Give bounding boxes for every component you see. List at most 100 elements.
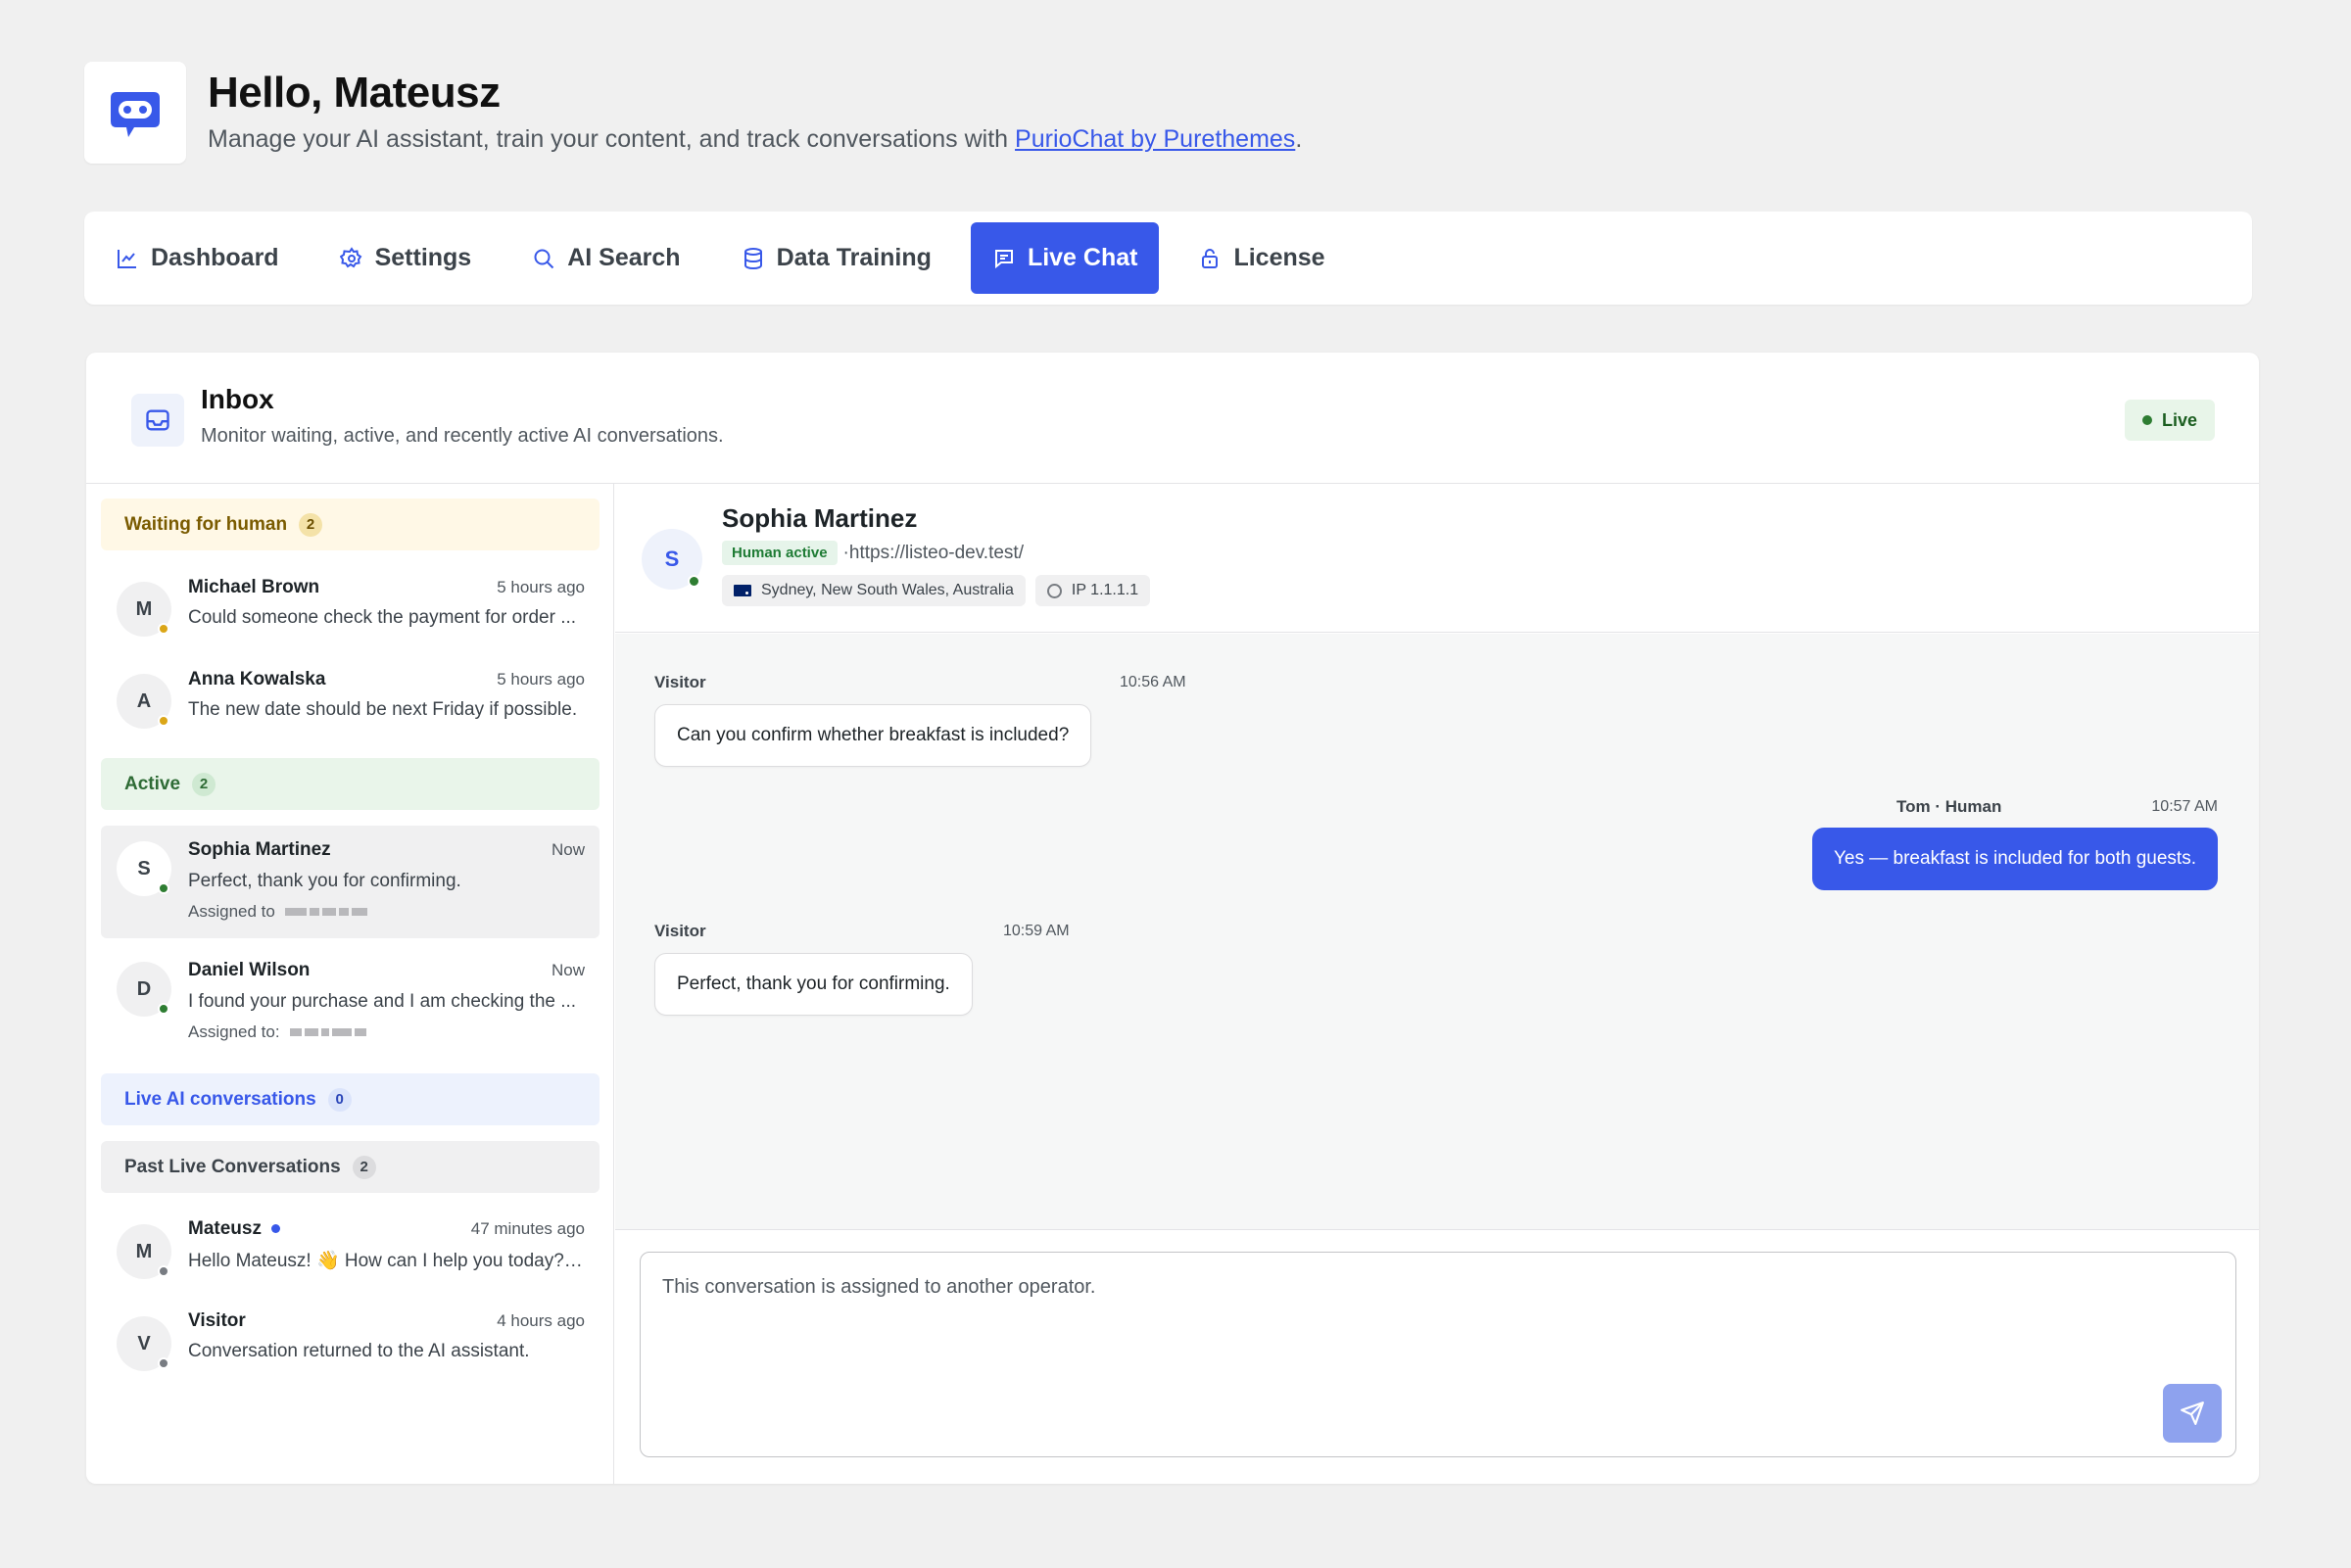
conversation-name: Daniel Wilson <box>188 960 311 980</box>
chat-contact-name: Sophia Martinez <box>722 503 918 533</box>
assigned-operator: Assigned to <box>188 902 367 922</box>
conversation-item[interactable]: M Michael Brown 5 hours ago Could someon… <box>101 566 600 651</box>
live-ai-count-badge: 0 <box>327 1087 352 1112</box>
conversation-time: 5 hours ago <box>497 578 585 596</box>
lock-icon <box>1202 248 1219 268</box>
page-subtitle: Manage your AI assistant, train your con… <box>208 125 1303 153</box>
conversation-item[interactable]: D Daniel Wilson Now I found your purchas… <box>101 946 600 1059</box>
location-tag: Sydney, New South Wales, Australia <box>722 575 1026 606</box>
conversation-preview: The new date should be next Friday if po… <box>188 699 578 720</box>
conversation-preview: I found your purchase and I am checking … <box>188 991 577 1012</box>
assigned-operator: Assigned to: <box>188 1022 366 1042</box>
tab-settings[interactable]: Settings <box>318 222 494 294</box>
send-icon <box>2181 1402 2204 1425</box>
status-dot <box>158 1265 169 1277</box>
australia-flag-icon <box>734 585 751 596</box>
message-sender: Visitor <box>654 673 706 691</box>
conversation-list: Waiting for human 2 M Michael Brown 5 ho… <box>86 484 614 1484</box>
human-active-badge: Human active <box>722 541 838 565</box>
status-dot <box>158 623 169 635</box>
status-dot <box>158 882 169 894</box>
conversation-preview: Conversation returned to the AI assistan… <box>188 1341 530 1361</box>
avatar: M <box>117 1224 171 1279</box>
conversation-item-selected[interactable]: S Sophia Martinez Now Perfect, thank you… <box>101 826 600 938</box>
operator-message: Yes — breakfast is included for both gue… <box>1811 828 2218 890</box>
inbox-header: Inbox Monitor waiting, active, and recen… <box>86 353 2259 484</box>
message-sender: Visitor <box>654 922 706 940</box>
inbox-title: Inbox <box>201 384 274 414</box>
chat-icon <box>994 249 1013 268</box>
avatar: D <box>117 962 171 1017</box>
message-sender: Tom · Human <box>1896 797 2002 816</box>
active-count-badge: 2 <box>192 772 216 796</box>
globe-icon <box>1046 583 1062 598</box>
inbox-icon <box>131 394 184 447</box>
visitor-message: Perfect, thank you for confirming. <box>654 953 973 1016</box>
message-composer <box>640 1252 2236 1457</box>
tab-license[interactable]: License <box>1176 222 1346 294</box>
unread-dot-icon <box>270 1224 280 1234</box>
ip-tag: IP 1.1.1.1 <box>1034 575 1151 606</box>
section-live-ai-conversations[interactable]: Live AI conversations 0 <box>101 1073 600 1125</box>
avatar: A <box>117 674 171 729</box>
conversation-time: 47 minutes ago <box>470 1219 585 1238</box>
message-input[interactable] <box>641 1253 2235 1456</box>
visitor-message: Can you confirm whether breakfast is inc… <box>654 704 1092 767</box>
conversation-preview: Could someone check the payment for orde… <box>188 607 577 628</box>
inbox-card: Inbox Monitor waiting, active, and recen… <box>86 353 2259 1484</box>
status-dot <box>158 1003 169 1015</box>
conversation-preview: Hello Mateusz! 👋 How can I help you toda… <box>188 1251 585 1271</box>
inbox-subtitle: Monitor waiting, active, and recently ac… <box>201 425 724 447</box>
conversation-time: Now <box>551 961 585 979</box>
tab-ai-search[interactable]: AI Search <box>510 222 701 294</box>
tab-data-training[interactable]: Data Training <box>720 222 953 294</box>
gear-icon <box>339 246 361 267</box>
section-active[interactable]: Active 2 <box>101 758 600 810</box>
message-time: 10:57 AM <box>2151 798 2218 815</box>
puriochat-link[interactable]: PurioChat by Purethemes <box>1015 125 1295 153</box>
chat-header: S Sophia Martinez Human active · https:/… <box>615 484 2259 633</box>
conversation-name: Anna Kowalska <box>188 669 326 689</box>
conversation-name: Michael Brown <box>188 577 320 597</box>
status-dot <box>158 1357 169 1369</box>
tab-dashboard[interactable]: Dashboard <box>116 222 301 294</box>
message-time: 10:56 AM <box>1120 674 1186 690</box>
page-header: Hello, Mateusz Manage your AI assistant,… <box>84 62 1302 164</box>
conversation-name: Visitor <box>188 1310 246 1331</box>
chat-avatar: S <box>642 529 702 590</box>
redacted-operator-name <box>284 908 367 916</box>
avatar: V <box>117 1316 171 1371</box>
conversation-item[interactable]: A Anna Kowalska 5 hours ago The new date… <box>101 658 600 743</box>
conversation-name: Sophia Martinez <box>188 839 331 860</box>
conversation-time: 5 hours ago <box>497 670 585 689</box>
conversation-preview: Perfect, thank you for confirming. <box>188 871 461 891</box>
chat-meta: Human active · https://listeo-dev.test/ <box>722 541 1024 565</box>
chat-tags: Sydney, New South Wales, Australia IP 1.… <box>722 575 1151 606</box>
conversation-time: 4 hours ago <box>497 1311 585 1330</box>
tab-live-chat[interactable]: Live Chat <box>970 222 1160 294</box>
avatar: S <box>117 841 171 896</box>
section-waiting-for-human[interactable]: Waiting for human 2 <box>101 499 600 550</box>
chat-source-url: https://listeo-dev.test/ <box>848 542 1024 563</box>
past-count-badge: 2 <box>352 1155 376 1179</box>
chart-line-icon <box>118 249 136 268</box>
live-dot-icon <box>2141 415 2152 425</box>
chat-panel: S Sophia Martinez Human active · https:/… <box>615 484 2259 1484</box>
waiting-count-badge: 2 <box>299 512 323 537</box>
main-nav: Dashboard Settings AI Search Data Traini… <box>84 212 2252 305</box>
status-dot <box>158 715 169 727</box>
section-past-live-conversations[interactable]: Past Live Conversations 2 <box>101 1141 600 1193</box>
puriochat-logo <box>84 62 186 164</box>
page-title: Hello, Mateusz <box>208 69 501 117</box>
message-time: 10:59 AM <box>1003 923 1070 939</box>
search-icon <box>534 249 554 268</box>
status-dot <box>688 575 700 588</box>
avatar: M <box>117 582 171 637</box>
live-status-badge: Live <box>2124 400 2215 441</box>
database-icon <box>744 247 762 269</box>
conversation-time: Now <box>551 840 585 859</box>
conversation-item[interactable]: M Mateusz 47 minutes ago Hello Mateusz! … <box>101 1209 600 1294</box>
conversation-item[interactable]: V Visitor 4 hours ago Conversation retur… <box>101 1301 600 1386</box>
send-button[interactable] <box>2163 1384 2222 1443</box>
conversation-name: Mateusz <box>188 1218 280 1240</box>
